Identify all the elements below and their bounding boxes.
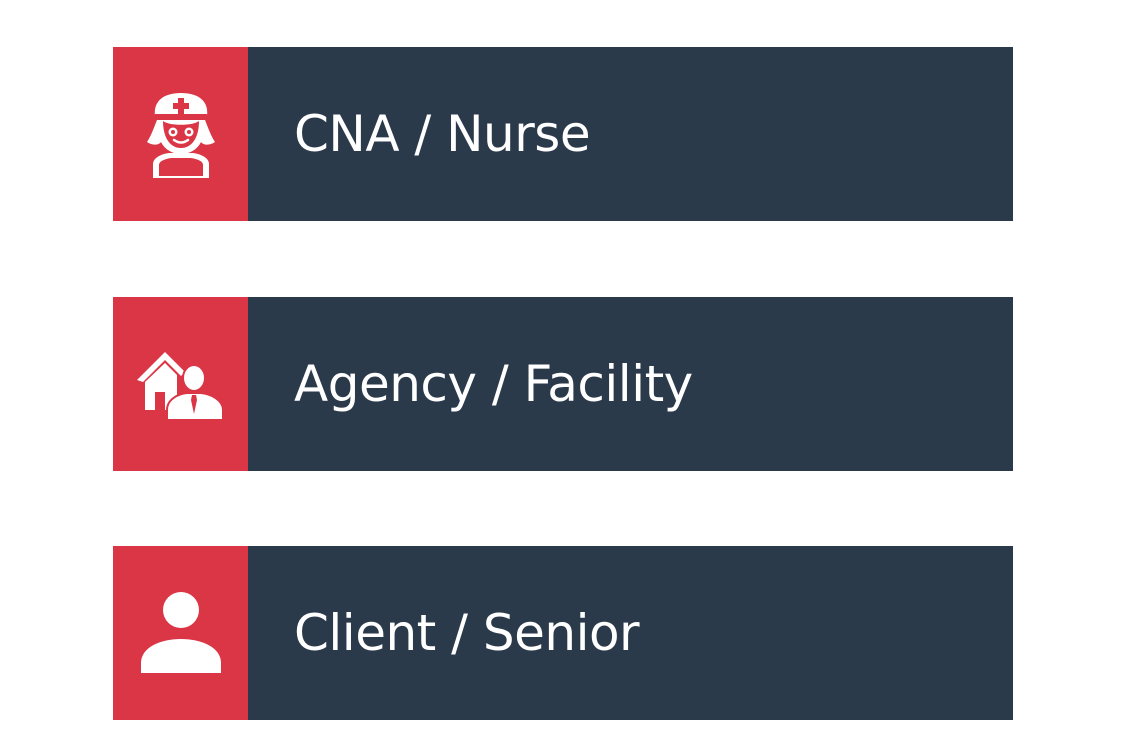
role-label: CNA / Nurse (294, 105, 591, 163)
role-icon-box (113, 546, 248, 720)
role-button-client-senior[interactable]: Client / Senior (113, 546, 1013, 720)
role-label: Client / Senior (294, 604, 640, 662)
house-person-icon (136, 352, 224, 420)
role-selection-page: CNA / Nurse Agency / Facility Client / S… (0, 0, 1125, 750)
role-label-box: CNA / Nurse (248, 47, 1013, 221)
role-label: Agency / Facility (294, 355, 693, 413)
role-label-box: Agency / Facility (248, 297, 1013, 471)
nurse-icon (146, 93, 215, 178)
role-label-box: Client / Senior (248, 546, 1013, 720)
person-icon (140, 592, 221, 673)
role-button-cna-nurse[interactable]: CNA / Nurse (113, 47, 1013, 221)
role-icon-box (113, 47, 248, 221)
role-icon-box (113, 297, 248, 471)
role-button-agency-facility[interactable]: Agency / Facility (113, 297, 1013, 471)
